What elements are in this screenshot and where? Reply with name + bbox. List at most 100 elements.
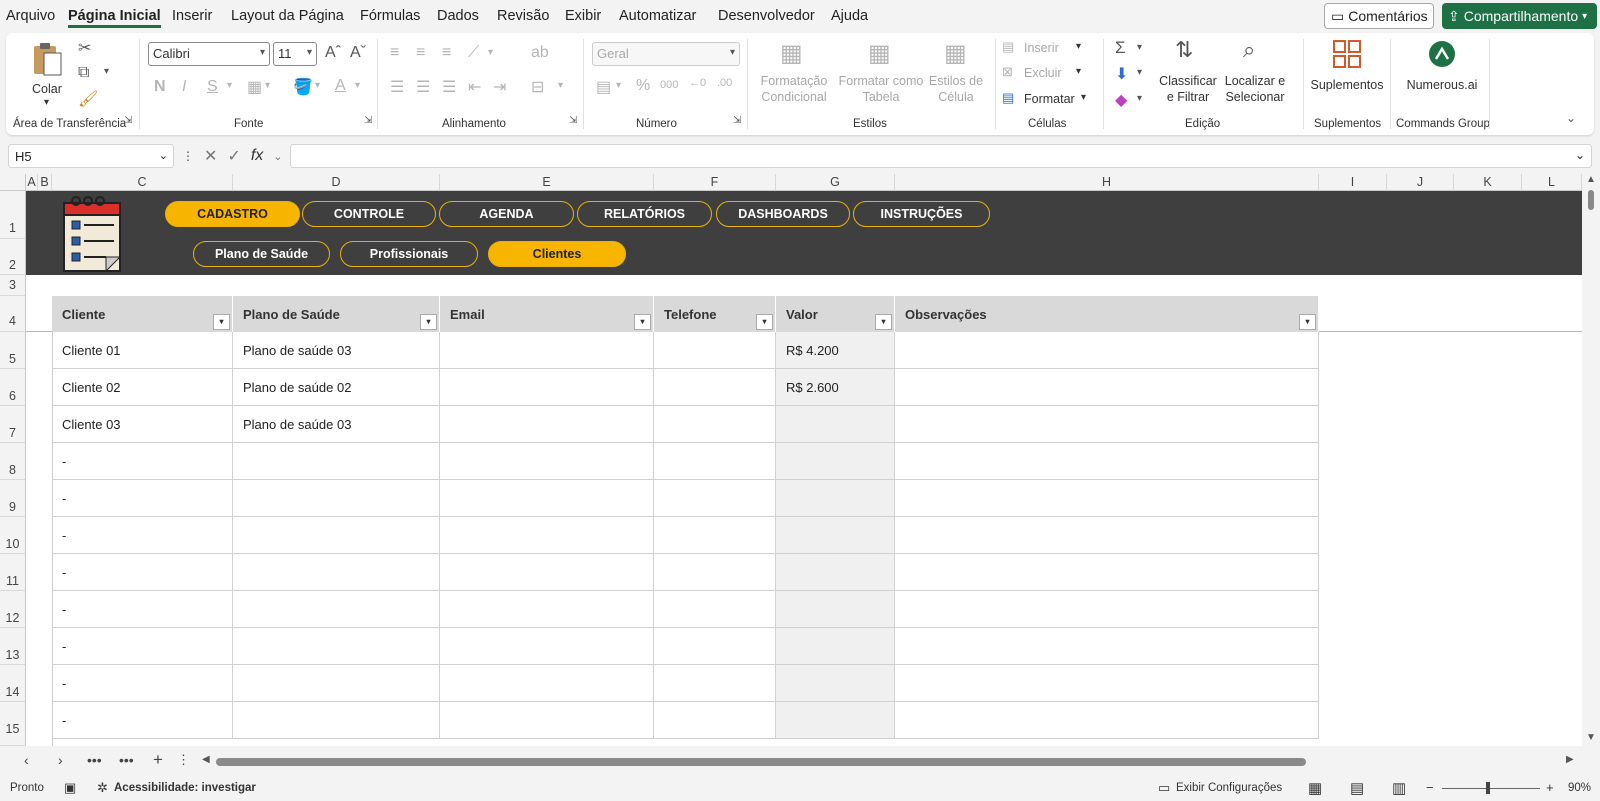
scroll-right-icon[interactable]: ▶: [1566, 754, 1574, 765]
format-cells-button[interactable]: ▤ Formatar ▾: [1002, 90, 1092, 110]
cell-valor[interactable]: [776, 406, 895, 443]
menu-ajuda[interactable]: Ajuda: [831, 8, 868, 24]
cell-valor[interactable]: [776, 480, 895, 517]
format-as-table-button[interactable]: ▦ Formatar como Tabela: [836, 39, 926, 109]
nav-dashboards[interactable]: DASHBOARDS: [716, 201, 850, 227]
expand-formula-icon[interactable]: ⌄: [1575, 148, 1585, 162]
row-header-2[interactable]: 2: [0, 239, 26, 275]
column-header-g[interactable]: G: [776, 174, 895, 191]
dialog-launcher-icon[interactable]: ⇲: [364, 115, 372, 126]
merge-center-icon[interactable]: ⊟: [531, 77, 544, 97]
subnav-profissionais[interactable]: Profissionais: [340, 241, 478, 267]
column-header-c[interactable]: C: [52, 174, 233, 191]
cut-icon[interactable]: ✂: [78, 38, 91, 58]
cell-observacoes[interactable]: [895, 480, 1319, 517]
thousands-icon[interactable]: 000: [660, 79, 678, 91]
decrease-font-icon[interactable]: Aˇ: [350, 44, 366, 62]
cell-telefone[interactable]: [654, 517, 776, 554]
row-header-13[interactable]: 13: [0, 628, 26, 665]
menu-revisao[interactable]: Revisão: [497, 8, 549, 24]
cell-valor[interactable]: [776, 517, 895, 554]
chevron-down-icon[interactable]: ▾: [1137, 93, 1142, 104]
cell-email[interactable]: [440, 591, 654, 628]
chevron-down-icon[interactable]: ▾: [558, 80, 563, 91]
column-header-f[interactable]: F: [654, 174, 776, 191]
name-box[interactable]: H5 ⌄: [8, 144, 174, 168]
cell-cliente[interactable]: -: [52, 443, 233, 480]
cell-email[interactable]: [440, 628, 654, 665]
cell-plano[interactable]: Plano de saúde 03: [233, 332, 440, 369]
align-bottom-icon[interactable]: ≡: [442, 44, 451, 62]
cell-valor[interactable]: [776, 702, 895, 739]
cell-observacoes[interactable]: [895, 628, 1319, 665]
cell-telefone[interactable]: [654, 480, 776, 517]
row-header-1[interactable]: 1: [0, 191, 26, 239]
dialog-launcher-icon[interactable]: ⇲: [124, 115, 132, 126]
increase-indent-icon[interactable]: ⇥: [493, 77, 506, 97]
cell-email[interactable]: [440, 517, 654, 554]
filter-dropdown-icon[interactable]: ▾: [420, 314, 437, 330]
cell-observacoes[interactable]: [895, 665, 1319, 702]
align-left-icon[interactable]: ☰: [390, 77, 404, 97]
more-options-icon[interactable]: ⋮: [182, 149, 194, 163]
cell-telefone[interactable]: [654, 443, 776, 480]
menu-automatizar[interactable]: Automatizar: [619, 8, 696, 24]
borders-icon[interactable]: ▦: [247, 77, 262, 97]
cell-valor[interactable]: [776, 554, 895, 591]
autosum-icon[interactable]: Σ: [1115, 38, 1126, 58]
orientation-icon[interactable]: ⟋: [468, 44, 479, 62]
cell-observacoes[interactable]: [895, 554, 1319, 591]
sort-filter-button[interactable]: ⇅ Classificar e Filtrar: [1157, 37, 1219, 109]
chevron-down-icon[interactable]: ▾: [488, 47, 493, 58]
cell-plano[interactable]: [233, 517, 440, 554]
insert-cells-button[interactable]: ▤ Inserir ▾: [1002, 39, 1092, 59]
column-header-h[interactable]: H: [895, 174, 1319, 191]
align-right-icon[interactable]: ☰: [442, 77, 456, 97]
cell-telefone[interactable]: [654, 702, 776, 739]
column-header-d[interactable]: D: [233, 174, 440, 191]
row-header-7[interactable]: 7: [0, 406, 26, 443]
cell-telefone[interactable]: [654, 332, 776, 369]
chevron-down-icon[interactable]: ▾: [355, 80, 360, 91]
chevron-down-icon[interactable]: ⌄: [273, 150, 282, 163]
add-sheet-icon[interactable]: +: [153, 750, 163, 770]
share-button[interactable]: ⇪ Compartilhamento ▾: [1442, 3, 1597, 29]
cell-cliente[interactable]: -: [52, 702, 233, 739]
cell-plano[interactable]: [233, 480, 440, 517]
cell-plano[interactable]: [233, 665, 440, 702]
cell-cliente[interactable]: -: [52, 480, 233, 517]
chevron-down-icon[interactable]: ▾: [227, 80, 232, 91]
column-header-b[interactable]: B: [38, 174, 52, 191]
nav-instrucoes[interactable]: INSTRUÇÕES: [853, 201, 990, 227]
cell-cliente[interactable]: Cliente 03: [52, 406, 233, 443]
cell-cliente[interactable]: Cliente 01: [52, 332, 233, 369]
cell-email[interactable]: [440, 702, 654, 739]
cell-telefone[interactable]: [654, 591, 776, 628]
cell-observacoes[interactable]: [895, 702, 1319, 739]
dialog-launcher-icon[interactable]: ⇲: [569, 115, 577, 126]
column-header-j[interactable]: J: [1387, 174, 1454, 191]
row-header-9[interactable]: 9: [0, 480, 26, 517]
column-header-e[interactable]: E: [440, 174, 654, 191]
nav-relatorios[interactable]: RELATÓRIOS: [577, 201, 712, 227]
select-all-corner[interactable]: [0, 174, 26, 191]
cell-plano[interactable]: [233, 591, 440, 628]
zoom-slider-thumb[interactable]: [1486, 782, 1490, 794]
column-header-l[interactable]: L: [1522, 174, 1582, 191]
font-size-select[interactable]: 11 ▾: [273, 42, 317, 66]
row-header-4[interactable]: 4: [0, 296, 26, 332]
increase-decimal-icon[interactable]: ←0: [689, 77, 706, 89]
row-header-8[interactable]: 8: [0, 443, 26, 480]
font-family-select[interactable]: Calibri ▾: [148, 42, 270, 66]
nav-agenda[interactable]: AGENDA: [439, 201, 574, 227]
cell-valor[interactable]: R$ 2.600: [776, 369, 895, 406]
menu-desenvolvedor[interactable]: Desenvolvedor: [718, 8, 815, 24]
subnav-clientes[interactable]: Clientes: [488, 241, 626, 267]
chevron-down-icon[interactable]: ▾: [265, 80, 270, 91]
cell-email[interactable]: [440, 480, 654, 517]
accessibility-icon[interactable]: ✲: [97, 780, 108, 796]
menu-dados[interactable]: Dados: [437, 8, 479, 24]
confirm-icon[interactable]: ✓: [227, 146, 240, 166]
wrap-text-icon[interactable]: ab: [531, 44, 549, 62]
cell-email[interactable]: [440, 406, 654, 443]
